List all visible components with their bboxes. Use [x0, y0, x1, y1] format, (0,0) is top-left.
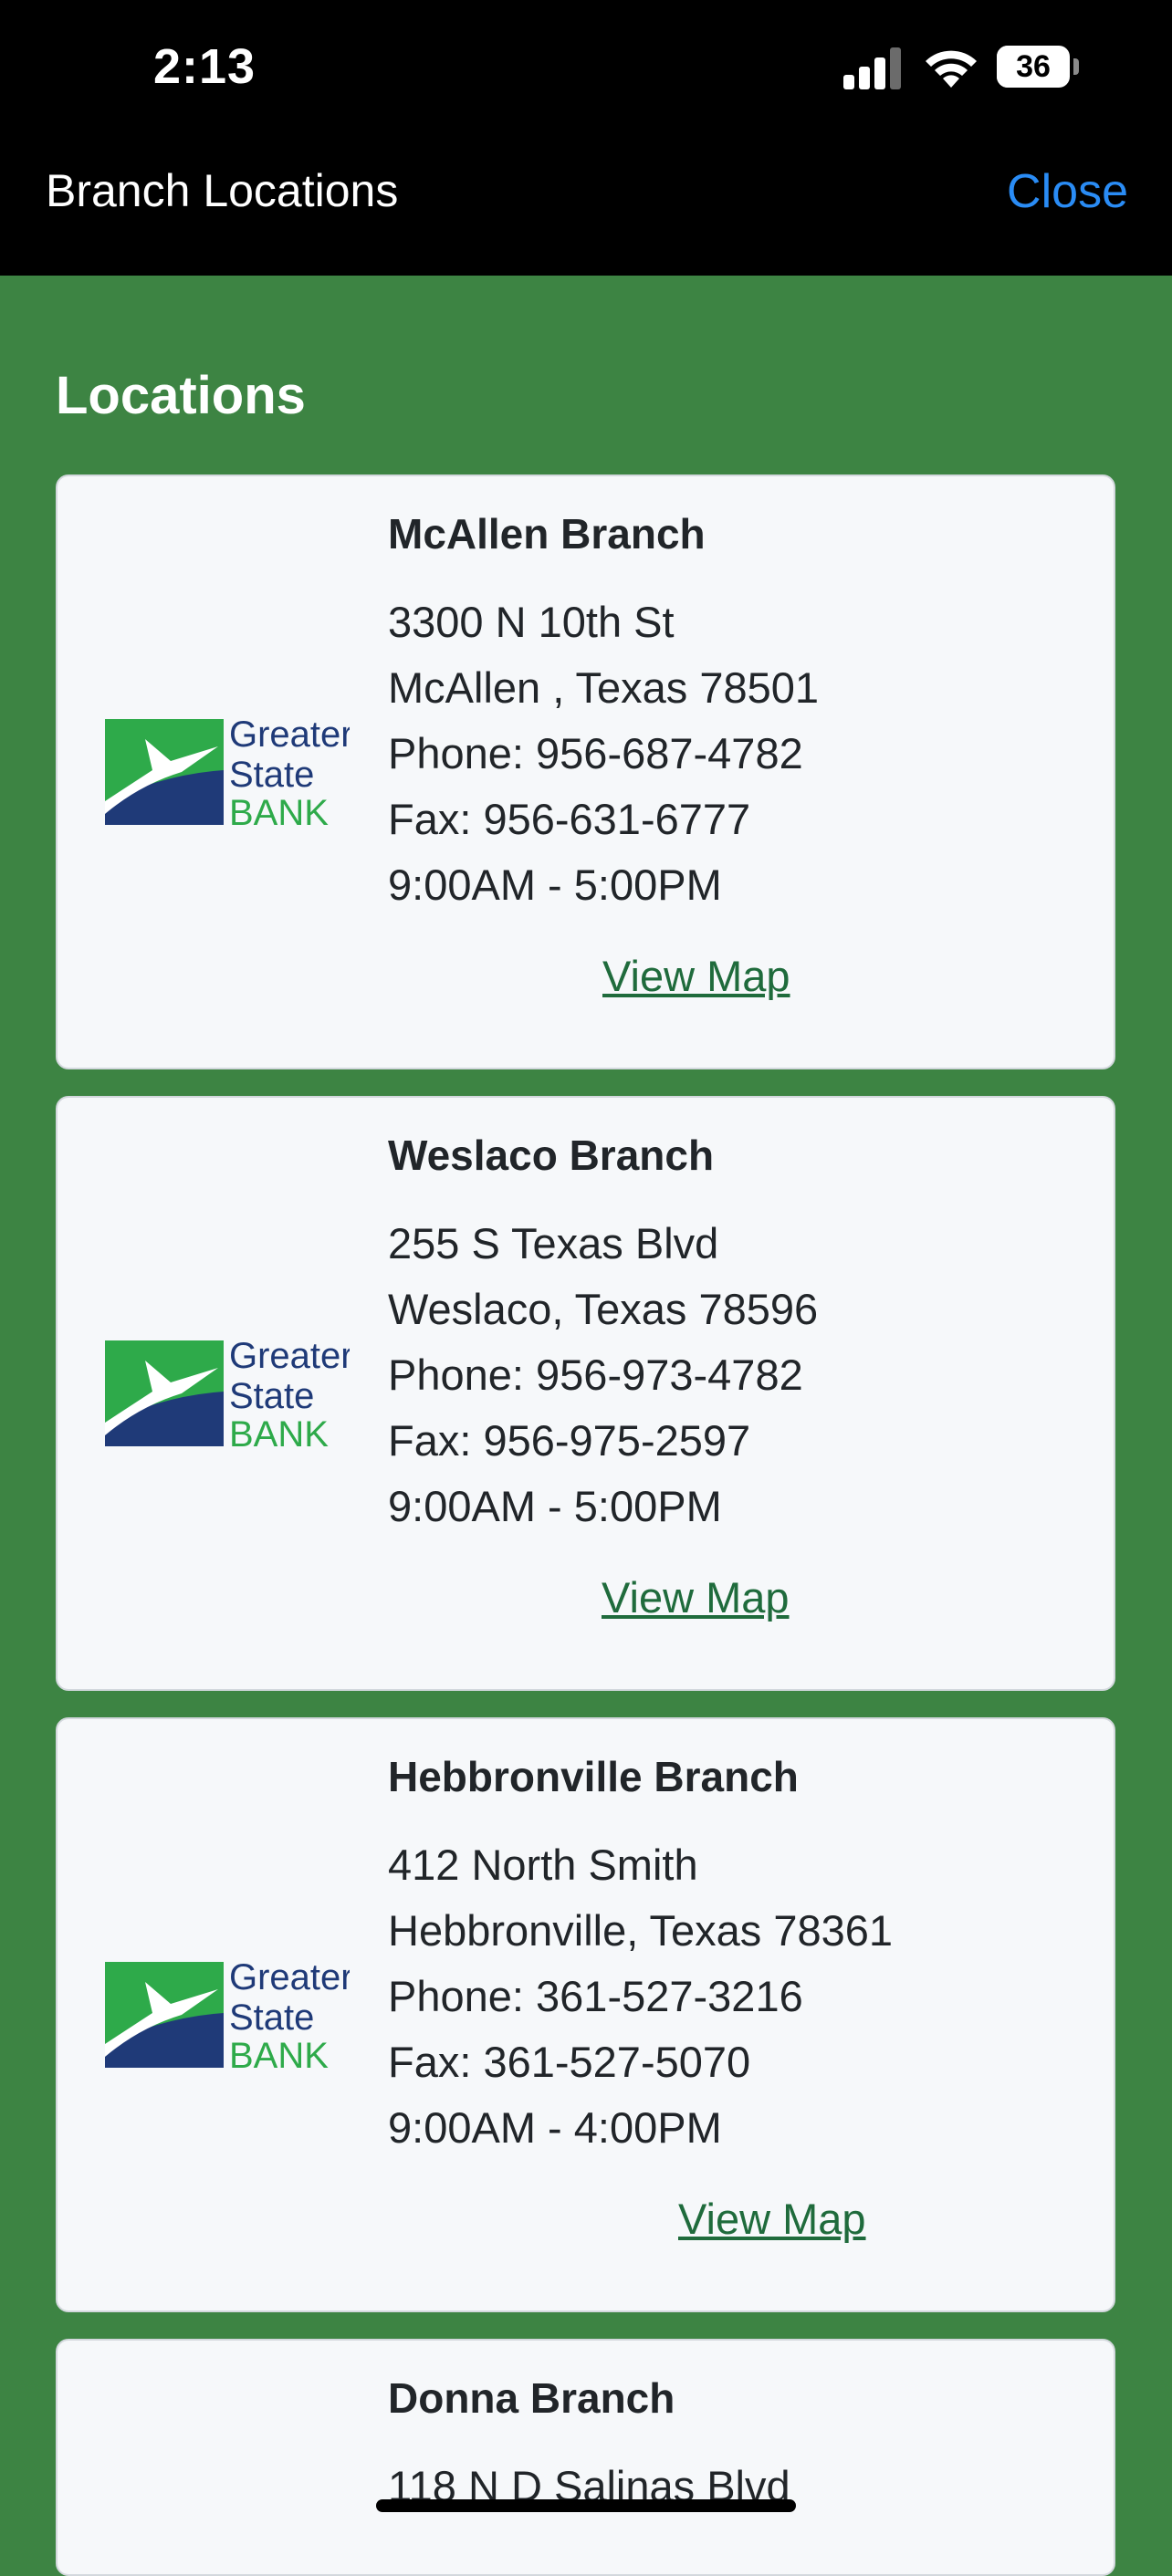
svg-text:BANK: BANK	[229, 793, 329, 827]
branch-hours: 9:00AM - 5:00PM	[388, 860, 722, 909]
status-time: 2:13	[153, 39, 256, 94]
branch-name: Hebbronville Branch	[388, 1753, 799, 1800]
navigation-bar: Branch Locations Close	[0, 137, 1172, 276]
branch-phone: Phone: 361-527-3216	[388, 1972, 803, 2020]
branch-name: Donna Branch	[388, 2374, 675, 2422]
branch-phone: Phone: 956-973-4782	[388, 1351, 803, 1399]
svg-text:BANK: BANK	[229, 1414, 329, 1448]
section-title: Locations	[56, 366, 306, 425]
branch-city: Weslaco, Texas 78596	[388, 1285, 819, 1333]
branch-address: 412 North Smith	[388, 1841, 698, 1889]
branch-fax: Fax: 361-527-5070	[388, 2038, 751, 2086]
view-map-link[interactable]: View Map	[678, 2194, 866, 2244]
view-map-link[interactable]: View Map	[602, 1572, 790, 1622]
view-map-link[interactable]: View Map	[602, 951, 790, 1001]
svg-text:State: State	[229, 755, 314, 795]
cellular-signal-icon	[843, 47, 901, 89]
svg-text:Greater: Greater	[229, 1957, 350, 1997]
greater-state-bank-logo: Greater State BANK	[105, 1336, 350, 1448]
branch-card: Greater State BANK Hebbronville Branch 4…	[56, 1717, 1115, 2312]
battery-level: 36	[1016, 48, 1051, 84]
branch-name: Weslaco Branch	[388, 1132, 715, 1179]
svg-text:Greater: Greater	[229, 1336, 350, 1376]
branch-city: McAllen , Texas 78501	[388, 663, 820, 712]
svg-text:State: State	[229, 1376, 314, 1416]
battery-nub	[1073, 58, 1079, 75]
branch-hours: 9:00AM - 4:00PM	[388, 2103, 722, 2152]
branch-city: Hebbronville, Texas 78361	[388, 1906, 894, 1955]
home-indicator[interactable]	[376, 2499, 796, 2512]
status-bar: 2:13 36	[0, 0, 1172, 137]
branch-name: McAllen Branch	[388, 510, 706, 558]
close-button[interactable]: Close	[1007, 164, 1128, 219]
battery-icon: 36	[997, 46, 1070, 88]
branch-fax: Fax: 956-631-6777	[388, 795, 751, 843]
branch-phone: Phone: 956-687-4782	[388, 729, 803, 777]
locations-list[interactable]: Locations Greater State BANK McAllen Bra…	[0, 276, 1172, 2576]
branch-address: 255 S Texas Blvd	[388, 1219, 719, 1267]
branch-hours: 9:00AM - 5:00PM	[388, 1482, 722, 1530]
branch-card: Greater State BANK Weslaco Branch 255 S …	[56, 1096, 1115, 1691]
page-title: Branch Locations	[46, 165, 399, 216]
branch-card: Greater State BANK McAllen Branch 3300 N…	[56, 475, 1115, 1069]
branch-address: 3300 N 10th St	[388, 598, 675, 646]
branch-card: Donna Branch 118 N D Salinas Blvd	[56, 2339, 1115, 2576]
greater-state-bank-logo: Greater State BANK	[105, 714, 350, 827]
wifi-icon	[926, 50, 977, 88]
svg-text:Greater: Greater	[229, 714, 350, 755]
svg-text:State: State	[229, 1997, 314, 2038]
svg-text:BANK: BANK	[229, 2036, 329, 2070]
greater-state-bank-logo: Greater State BANK	[105, 1957, 350, 2070]
branch-fax: Fax: 956-975-2597	[388, 1416, 751, 1465]
